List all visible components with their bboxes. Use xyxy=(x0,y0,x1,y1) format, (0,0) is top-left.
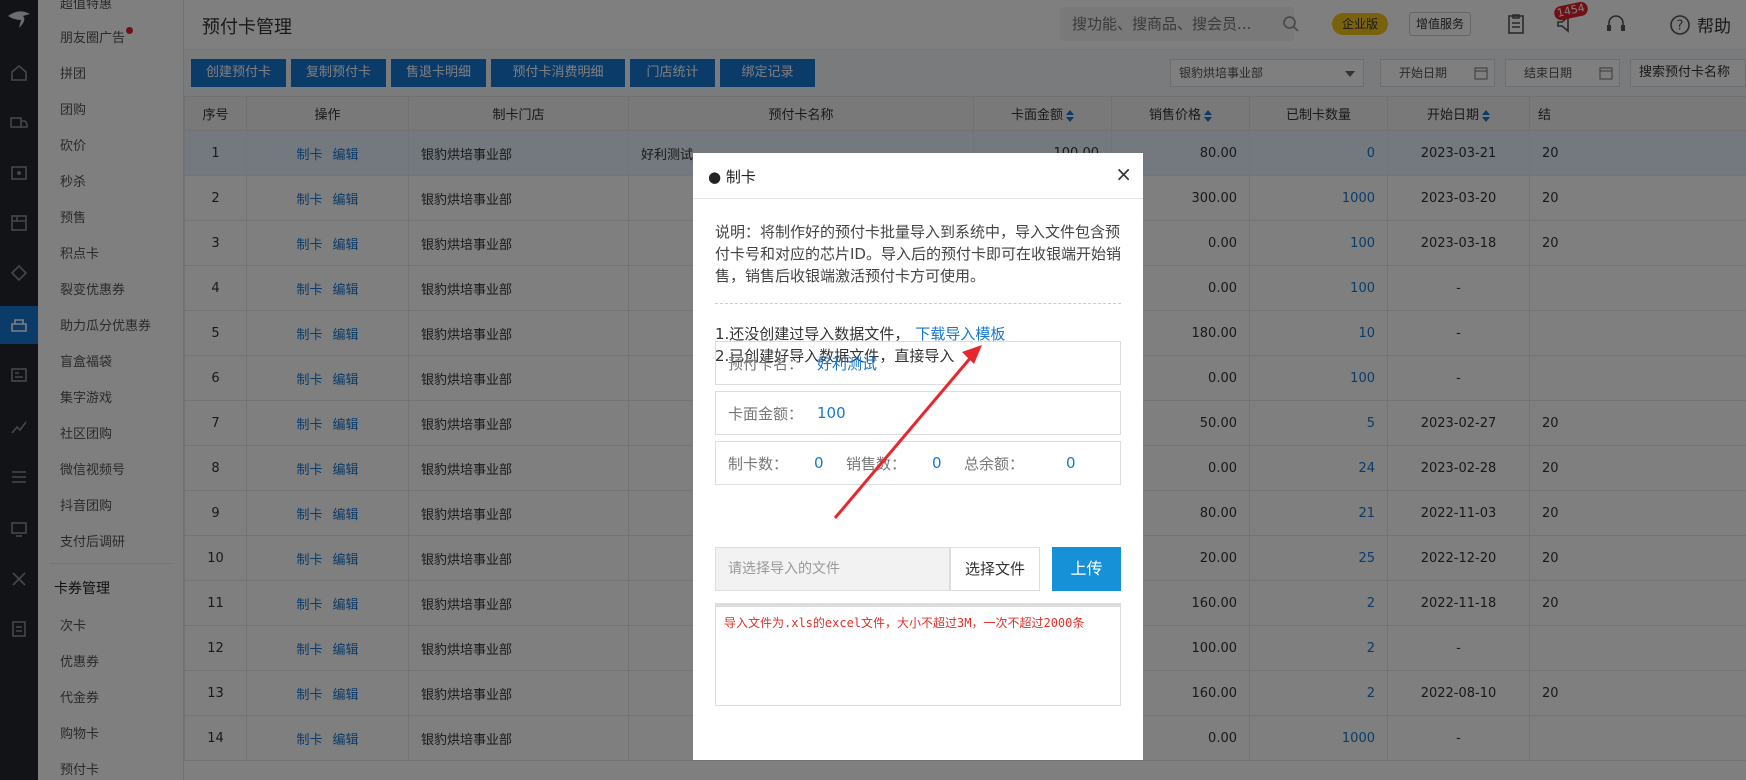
card-name-value: 好利测试 xyxy=(817,354,878,373)
field-label: 卡面金额： xyxy=(728,404,804,423)
choose-file-button[interactable]: 选择文件 xyxy=(950,547,1040,591)
field-label: 总余额： xyxy=(964,454,1025,473)
upload-button[interactable]: 上传 xyxy=(1052,547,1121,591)
made-count: 0 xyxy=(814,454,824,472)
field-label: 制卡数： xyxy=(728,454,789,473)
face-value-field: 卡面金额： 100 xyxy=(715,391,1121,435)
total-balance: 0 xyxy=(1066,454,1076,472)
card-stats-field: 制卡数： 0 销售数： 0 总余额： 0 xyxy=(715,441,1121,485)
card-name-field: 预付卡名： 好利测试 xyxy=(715,341,1121,385)
sold-count: 0 xyxy=(932,454,942,472)
field-label: 预付卡名： xyxy=(728,354,804,373)
field-label: 销售数： xyxy=(846,454,907,473)
make-card-dialog: ● 制卡 × 说明：将制作好的预付卡批量导入到系统中，导入文件包含预付卡号和对应… xyxy=(693,153,1143,760)
file-path-input[interactable]: 请选择导入的文件 xyxy=(715,547,950,591)
dialog-description: 说明：将制作好的预付卡批量导入到系统中，导入文件包含预付卡号和对应的芯片ID。导… xyxy=(715,223,1121,285)
dialog-title: ● 制卡 xyxy=(708,168,756,186)
face-value: 100 xyxy=(817,404,846,422)
close-icon[interactable]: × xyxy=(1115,164,1132,184)
divider xyxy=(715,303,1121,304)
import-note: 导入文件为.xls的excel文件，大小不超过3M，一次不超过2000条 xyxy=(715,603,1121,706)
dialog-header: ● 制卡 × xyxy=(693,153,1143,199)
